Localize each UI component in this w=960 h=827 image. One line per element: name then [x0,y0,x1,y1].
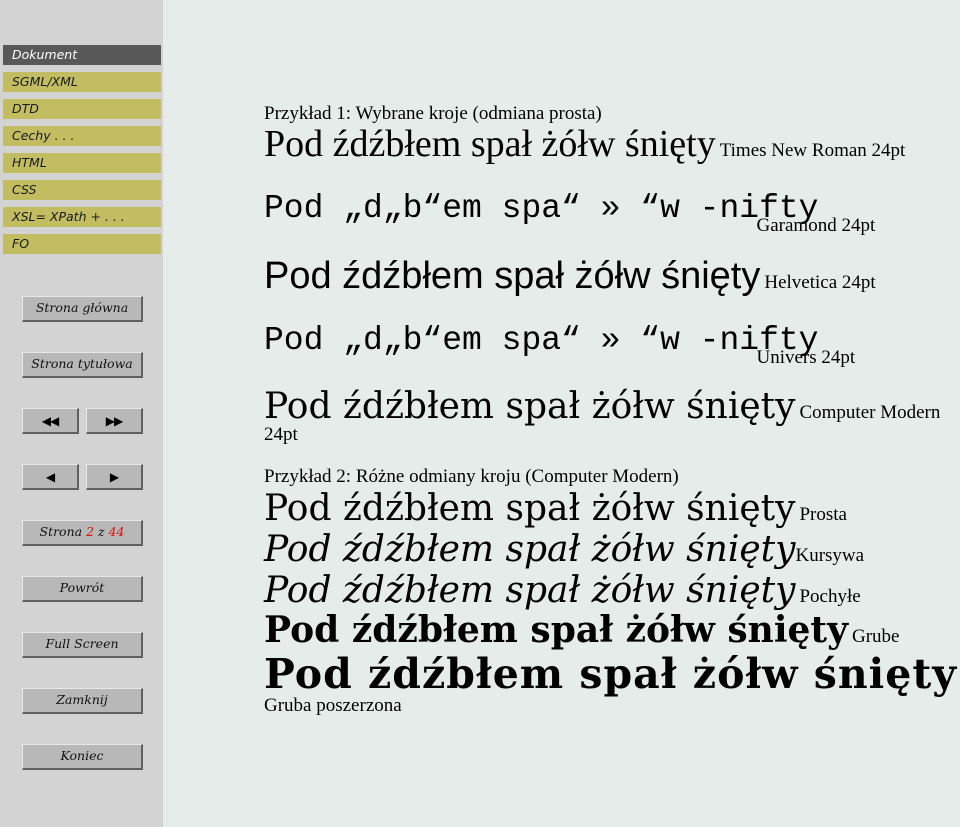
last-page-button[interactable]: ▶▶ [86,408,143,434]
example-1-caption-row: Przykład 1: Wybrane kroje (odmiana prost… [264,103,960,125]
font-label-garamond: Garamond 24pt [756,215,876,236]
sidebar-item-dtd[interactable]: DTD [3,99,161,119]
sidebar-item-cechy[interactable]: Cechy . . . [3,126,161,146]
sample-row-garamond: Pod „d„b“em spa“ » “w -nifty Garamond 24p… [264,190,960,235]
title-page-label: Strona tytułowa [31,356,133,372]
home-page-label: Strona główna [35,300,129,316]
sample-text-prosta: Pod źdźbłem spał żółw śnięty [264,488,796,529]
font-label-gruba-poszerzona: Gruba poszerzona [264,694,402,716]
sample-row-prosta: Pod źdźbłem spał żółw śnięty Prosta [264,490,960,527]
font-label-prosta: Prosta [799,504,847,525]
previous-page-button[interactable]: ◀ [22,464,79,490]
home-page-button[interactable]: Strona główna [22,296,143,322]
sidebar-item-html[interactable]: HTML [3,153,161,173]
example-2-caption-row: Przykład 2: Różne odmiany kroju (Compute… [264,466,960,488]
quit-button[interactable]: Koniec [22,744,143,770]
presentation-slide: Dokument SGML/XML DTD Cechy . . . HTML C… [0,0,960,827]
page-separator-label: z [98,524,105,540]
sample-row-grube: Pod źdźbłem spał żółw śnięty Grube [264,609,960,651]
quit-label: Koniec [60,748,104,764]
sample-text-gruba-poszerzona: Pod źdźbłem spał żółw śnięty [264,650,958,698]
sample-text-univers: Pod „d„b“em spa“ » “w -nifty [264,322,819,359]
sample-row-kursywa: Pod źdźbłem spał żółw śniętyKursywa [264,531,960,568]
double-right-arrow-icon: ▶▶ [105,413,123,428]
font-label-pochyle: Pochyłe [799,586,861,607]
sample-text-pochyle: Pod źdźbłem spał żółw śnięty [264,570,796,611]
title-page-button[interactable]: Strona tytułowa [22,352,143,378]
next-page-button[interactable]: ▶ [86,464,143,490]
sidebar-item-xsl-xpath[interactable]: XSL= XPath + . . . [3,207,161,227]
sample-row-gruba-poszerzona: Pod źdźbłem spał żółw śnięty Gruba posze… [264,653,960,715]
double-left-arrow-icon: ◀◀ [41,413,59,428]
table-of-contents: Dokument SGML/XML DTD Cechy . . . HTML C… [3,45,161,261]
page-current-number: 2 [86,524,95,540]
sample-text-kursywa: Pod źdźbłem spał żółw śnięty [264,529,796,570]
font-label-times: Times New Roman 24pt [719,140,906,161]
sample-text-grube: Pod źdźbłem spał żółw śnięty [264,609,848,651]
sample-text-times: Pod źdźbłem spał żółw śnięty [264,123,716,165]
sample-row-computer-modern: Pod źdźbłem spał żółw śnięty Computer Mo… [264,388,960,445]
example-2-caption: Przykład 2: Różne odmiany kroju (Compute… [264,466,679,487]
sidebar-item-dokument[interactable]: Dokument [3,45,161,65]
font-label-kursywa: Kursywa [795,545,865,566]
close-label: Zamknij [56,692,108,708]
sample-text-helvetica: Pod źdźbłem spał żółw śnięty [264,255,761,297]
page-total-number: 44 [108,524,125,540]
fullscreen-button[interactable]: Full Screen [22,632,143,658]
sidebar-item-fo[interactable]: FO [3,234,161,254]
sample-text-garamond: Pod „d„b“em spa“ » “w -nifty [264,190,819,227]
sample-row-helvetica: Pod źdźbłem spał żółw śnięty Helvetica 2… [264,255,960,297]
fullscreen-label: Full Screen [45,636,119,652]
first-page-button[interactable]: ◀◀ [22,408,79,434]
left-arrow-icon: ◀ [45,469,55,484]
example-1-caption: Przykład 1: Wybrane kroje (odmiana prost… [264,103,602,124]
back-label: Powrót [59,580,105,596]
font-label-helvetica: Helvetica 24pt [764,272,876,293]
sidebar: Dokument SGML/XML DTD Cechy . . . HTML C… [0,0,163,827]
slide-content: Przykład 1: Wybrane kroje (odmiana prost… [163,0,960,827]
sample-text-computer-modern: Pod źdźbłem spał żółw śnięty [264,386,796,427]
sidebar-item-css[interactable]: CSS [3,180,161,200]
font-label-grube: Grube [851,626,900,647]
sample-row-univers: Pod „d„b“em spa“ » “w -nifty Univers 24pt [264,322,960,367]
sidebar-item-sgml-xml[interactable]: SGML/XML [3,72,161,92]
sample-row-pochyle: Pod źdźbłem spał żółw śnięty Pochyłe [264,572,960,609]
right-arrow-icon: ▶ [109,469,119,484]
close-button[interactable]: Zamknij [22,688,143,714]
sample-row-times: Pod źdźbłem spał żółw śnięty Times New R… [264,123,960,165]
font-label-univers: Univers 24pt [756,347,856,368]
page-indicator[interactable]: Strona 2 z 44 [22,520,143,546]
back-button[interactable]: Powrót [22,576,143,602]
page-prefix-label: Strona [39,524,83,540]
